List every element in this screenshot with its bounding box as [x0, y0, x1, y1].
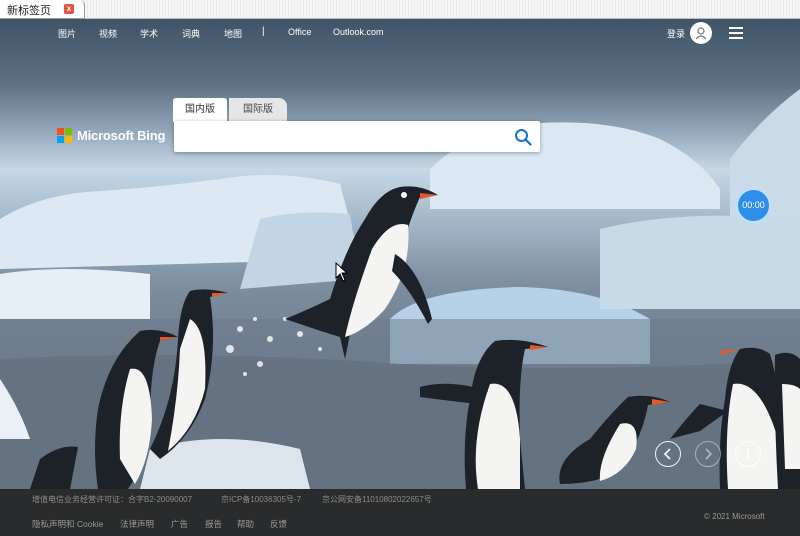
top-nav: 图片 视频 学术 词典 地图 | Office Outlook.com 登录	[0, 19, 800, 47]
nav-item-academic[interactable]: 学术	[140, 27, 158, 40]
footer: 增值电信业务经营许可证：合字B2-20090007 京ICP备10036305号…	[0, 489, 800, 536]
tab-domestic[interactable]: 国内版	[173, 98, 227, 122]
user-avatar-icon[interactable]	[690, 22, 712, 44]
nav-item-maps[interactable]: 地图	[224, 27, 242, 40]
hamburger-menu-icon[interactable]	[729, 27, 743, 39]
login-link[interactable]: 登录	[667, 27, 685, 40]
search-input[interactable]	[182, 126, 506, 148]
tab-close-icon[interactable]: x	[64, 4, 74, 14]
footer-police-record[interactable]: 京公网安备11010802022657号	[322, 494, 432, 505]
footer-icp[interactable]: 京ICP备10036305号-7	[221, 494, 301, 505]
footer-link-help[interactable]: 帮助	[237, 518, 254, 530]
browser-tab-title: 新标签页	[7, 4, 51, 17]
footer-license[interactable]: 增值电信业务经营许可证：合字B2-20090007	[32, 494, 192, 505]
logo-text: Microsoft Bing	[77, 128, 166, 143]
search-icon[interactable]	[514, 128, 532, 146]
footer-link-legal[interactable]: 法律声明	[120, 518, 154, 530]
footer-link-privacy[interactable]: 隐私声明和 Cookie	[32, 518, 103, 530]
nav-item-dictionary[interactable]: 词典	[182, 27, 200, 40]
browser-tab-strip: 新标签页 x	[0, 0, 800, 19]
footer-link-feedback[interactable]: 反馈	[270, 518, 287, 530]
info-icon	[746, 448, 750, 459]
background-image	[0, 19, 800, 489]
microsoft-logo-icon	[57, 128, 72, 143]
nav-link-office[interactable]: Office	[288, 27, 311, 37]
chevron-right-icon	[705, 448, 713, 460]
search-box	[174, 121, 540, 152]
next-image-button[interactable]	[695, 441, 721, 467]
nav-item-images[interactable]: 图片	[58, 27, 76, 40]
footer-link-ads[interactable]: 广告	[171, 518, 188, 530]
footer-link-report[interactable]: 报告	[205, 518, 222, 530]
nav-item-videos[interactable]: 视频	[99, 27, 117, 40]
chevron-left-icon	[663, 448, 671, 460]
footer-copyright: © 2021 Microsoft	[704, 512, 765, 521]
mouse-cursor-icon	[335, 262, 349, 282]
penguin-scene-illustration	[0, 89, 800, 489]
nav-link-outlook[interactable]: Outlook.com	[333, 27, 384, 37]
nav-separator: |	[262, 26, 265, 37]
image-info-button[interactable]	[735, 441, 761, 467]
browser-tab[interactable]: 新标签页 x	[0, 0, 85, 19]
bing-logo[interactable]: Microsoft Bing	[57, 128, 165, 143]
previous-image-button[interactable]	[655, 441, 681, 467]
tab-international[interactable]: 国际版	[229, 98, 287, 122]
timer-badge[interactable]: 00:00	[736, 188, 771, 223]
